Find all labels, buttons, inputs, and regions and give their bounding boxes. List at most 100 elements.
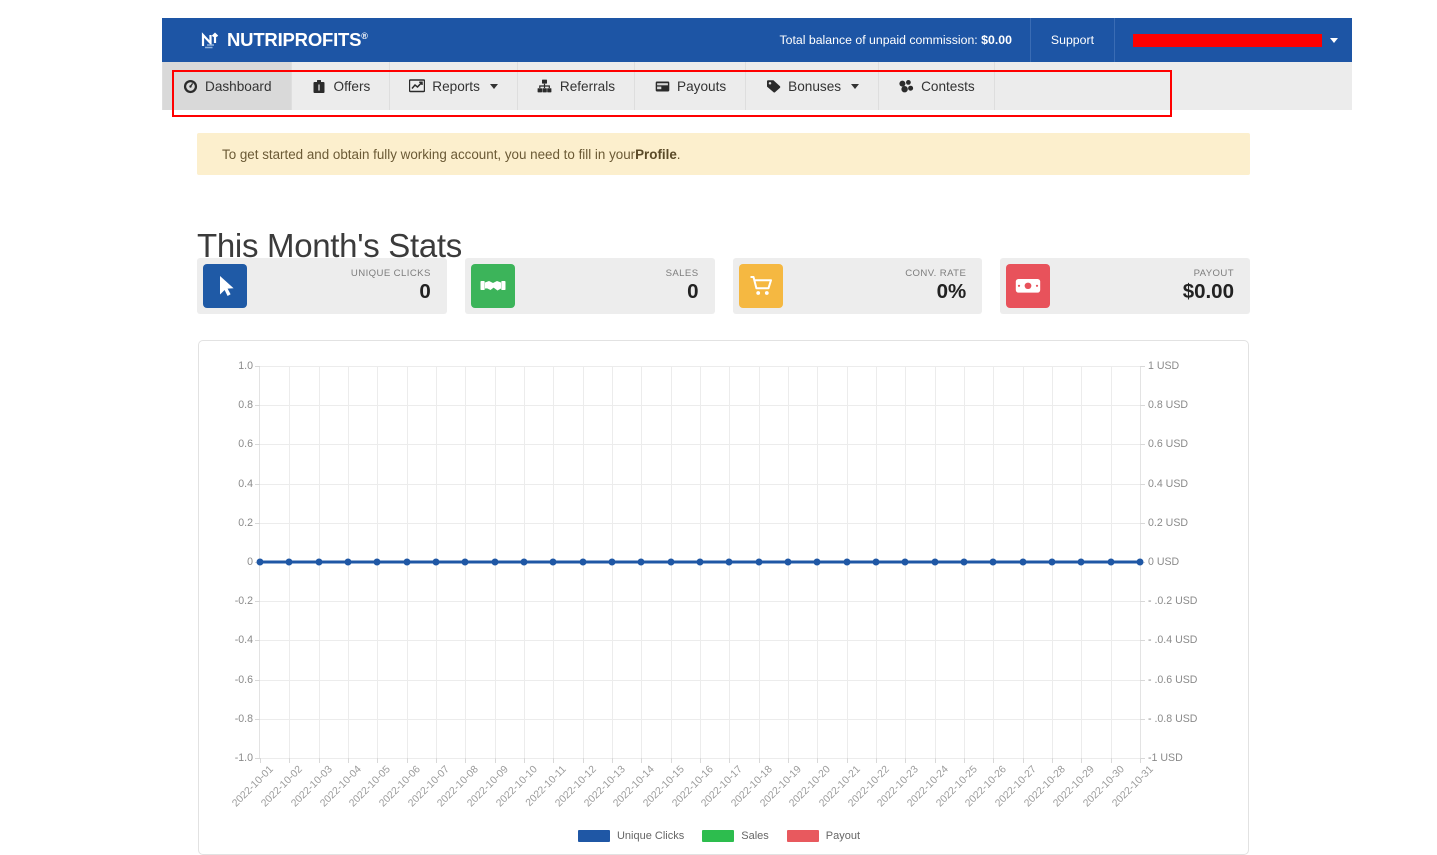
series-data-point[interactable]: [608, 558, 616, 566]
nav-item-label: Contests: [921, 78, 975, 94]
y-axis-tick-label: 0.8: [238, 399, 253, 412]
x-axis-tick-mark: [641, 758, 643, 763]
series-data-point[interactable]: [1136, 558, 1144, 566]
series-data-point[interactable]: [344, 558, 352, 566]
y-axis-tick-label: 0.4: [238, 477, 253, 490]
series-data-point[interactable]: [315, 558, 323, 566]
nav-item-referrals[interactable]: Referrals: [518, 62, 636, 110]
nav-item-dashboard[interactable]: Dashboard: [162, 62, 292, 110]
series-data-point[interactable]: [1048, 558, 1056, 566]
banknote-icon: [1006, 264, 1051, 308]
series-data-point[interactable]: [813, 558, 821, 566]
series-data-point[interactable]: [579, 558, 587, 566]
series-data-point[interactable]: [843, 558, 851, 566]
brand-trademark: ®: [361, 30, 368, 41]
support-link[interactable]: Support: [1029, 18, 1114, 62]
series-data-point[interactable]: [637, 558, 645, 566]
plot-frame: 1.0 1 USD 0.8 0.8 USD 0.6 0.6 USD 0.4 0.4 USD 0.…: [230, 360, 1197, 809]
y-axis-tick-mark: [255, 444, 260, 446]
legend-item-unique-clicks[interactable]: Unique Clicks: [577, 830, 684, 842]
nav-item-payouts[interactable]: Payouts: [635, 62, 747, 110]
x-axis-tick-mark: [993, 758, 995, 763]
y2-axis-tick-label: 1 USD: [1148, 360, 1180, 372]
stats-chart-panel: 1.0 1 USD 0.8 0.8 USD 0.6 0.6 USD 0.4 0.4 USD 0.…: [198, 340, 1249, 855]
y2-axis-tick-label: 0.4 USD: [1148, 477, 1189, 490]
series-data-point[interactable]: [461, 558, 469, 566]
series-data-point[interactable]: [931, 558, 939, 566]
y2-axis-tick-mark: [1140, 679, 1145, 681]
x-axis-tick-mark: [289, 758, 291, 763]
stat-value: 0: [687, 280, 699, 304]
series-data-point[interactable]: [960, 558, 968, 566]
bonuses-icon: [765, 78, 781, 94]
y-axis-tick-mark: [255, 522, 260, 524]
stat-text-group: PAYOUT $0.00: [1183, 269, 1250, 303]
y-axis-tick-mark: [255, 483, 260, 485]
series-data-point[interactable]: [520, 558, 528, 566]
series-data-point[interactable]: [256, 558, 264, 566]
x-axis-tick-mark: [964, 758, 965, 763]
y-axis-tick-label: -0.4: [234, 634, 253, 647]
nav-item-offers[interactable]: Offers: [292, 62, 391, 110]
legend-item-payout[interactable]: Payout: [786, 830, 861, 842]
series-data-point[interactable]: [403, 558, 411, 566]
legend-item-sales[interactable]: Sales: [702, 830, 769, 842]
series-data-point[interactable]: [989, 558, 997, 566]
legend-label: Payout: [825, 830, 861, 842]
series-data-point[interactable]: [285, 558, 293, 566]
series-data-point[interactable]: [432, 558, 440, 566]
top-header-bar: NUTRIPROFITS® Total balance of unpaid co…: [162, 18, 1352, 62]
series-data-point[interactable]: [1107, 558, 1115, 566]
x-axis-tick-mark: [758, 758, 760, 763]
y-axis-tick-mark: [255, 366, 260, 367]
stat-card-conv-rate: CONV. RATE 0%: [732, 258, 983, 314]
balance-label: Total balance of unpaid commission:: [779, 33, 978, 47]
stats-card-row: UNIQUE CLICKS 0 SALES 0 CONV. RATE 0% PAYOUT $0…: [197, 258, 1250, 314]
chevron-down-icon: [851, 83, 860, 89]
unpaid-commission-balance: Total balance of unpaid commission: $0.0…: [769, 18, 1029, 62]
nav-item-bonuses[interactable]: Bonuses: [746, 62, 880, 110]
chart-plot-area: 1.0 1 USD 0.8 0.8 USD 0.6 0.6 USD 0.4 0.4 USD 0.…: [230, 360, 1197, 809]
stat-card-unique-clicks: UNIQUE CLICKS 0: [197, 258, 447, 314]
referrals-icon: [537, 78, 553, 94]
stat-value: $0.00: [1182, 280, 1234, 304]
main-navigation: Dashboard Offers Reports Referrals Payouts Bo…: [162, 62, 1352, 110]
profile-alert-banner: To get started and obtain fully working …: [197, 133, 1250, 175]
series-data-point[interactable]: [725, 558, 733, 566]
series-data-point[interactable]: [696, 558, 704, 566]
series-data-point[interactable]: [1077, 558, 1085, 566]
x-axis-tick-mark: [582, 758, 584, 763]
offers-icon: [311, 78, 327, 94]
y2-axis-tick-mark: [1140, 522, 1145, 524]
y-axis-tick-mark: [255, 405, 260, 407]
stat-label: PAYOUT: [1193, 268, 1234, 280]
series-data-point[interactable]: [549, 558, 557, 566]
series-data-point[interactable]: [373, 558, 381, 566]
series-data-point[interactable]: [755, 558, 763, 566]
y2-axis-tick-mark: [1140, 718, 1145, 720]
x-axis-tick-mark: [524, 758, 525, 763]
x-axis-tick-mark: [465, 758, 467, 763]
x-axis-tick-mark: [905, 758, 907, 763]
stat-label: UNIQUE CLICKS: [350, 268, 431, 280]
nav-item-contests[interactable]: Contests: [879, 62, 995, 110]
x-axis-tick-mark: [1110, 758, 1112, 763]
user-menu[interactable]: [1114, 18, 1352, 62]
x-axis-tick-mark: [670, 758, 672, 763]
series-data-point[interactable]: [784, 558, 792, 566]
series-data-point[interactable]: [667, 558, 675, 566]
x-axis-tick-mark: [260, 758, 261, 763]
y-axis-tick-label: -0.8: [234, 712, 253, 725]
header-right-group: Total balance of unpaid commission: $0.0…: [769, 18, 1352, 62]
chart-legend: Unique Clicks Sales Payout: [199, 830, 1248, 842]
brand-logo[interactable]: NUTRIPROFITS®: [162, 29, 368, 51]
series-data-point[interactable]: [491, 558, 499, 566]
stat-text-group: CONV. RATE 0%: [905, 269, 982, 303]
nav-item-reports[interactable]: Reports: [390, 62, 518, 110]
series-data-point[interactable]: [901, 558, 909, 566]
y2-axis-tick-label: - .0.2 USD: [1148, 595, 1198, 608]
y2-axis-tick-mark: [1140, 483, 1145, 485]
series-data-point[interactable]: [872, 558, 880, 566]
alert-profile-link[interactable]: Profile: [635, 147, 677, 162]
series-data-point[interactable]: [1019, 558, 1027, 566]
